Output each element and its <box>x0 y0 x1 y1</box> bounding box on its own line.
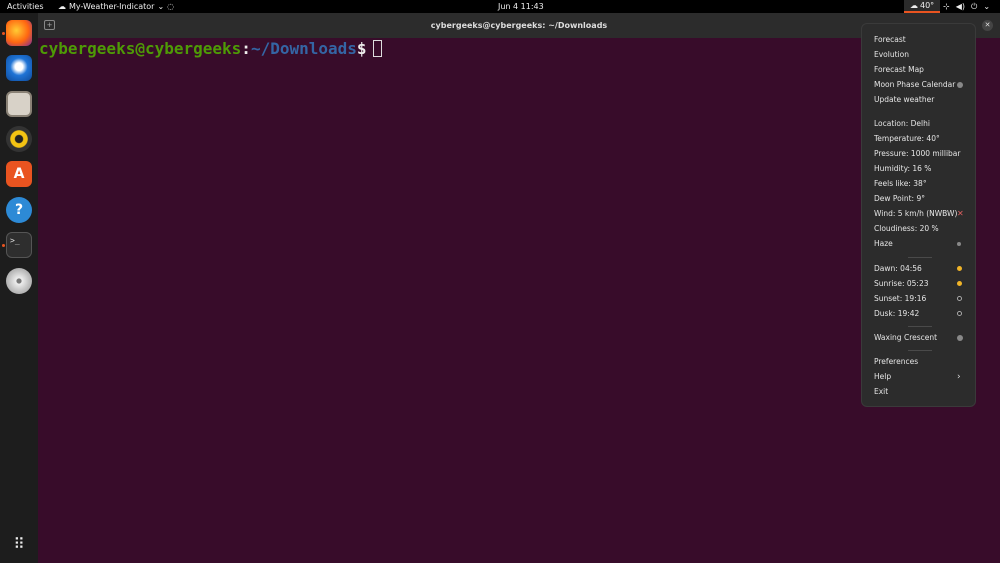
menu-item-label: Humidity: 16 % <box>874 164 932 173</box>
menu-item-cloudiness[interactable]: Cloudiness: 20 % <box>874 222 972 236</box>
menu-item-label: Temperature: 40° <box>874 134 940 143</box>
dawn-icon <box>957 266 962 271</box>
weather-menu: Forecast Evolution Forecast Map Moon Pha… <box>861 23 976 407</box>
menu-item-label: Exit <box>874 387 889 396</box>
running-indicator <box>2 32 5 35</box>
menu-item-dawn[interactable]: Dawn: 04:56 <box>874 262 972 276</box>
text-cursor <box>372 40 382 57</box>
menu-item-evolution[interactable]: Evolution <box>874 48 972 62</box>
menu-item-label: Dew Point: 9° <box>874 194 925 203</box>
menu-item-label: Pressure: 1000 millibar <box>874 149 961 158</box>
loading-icon: ◌ <box>167 2 175 11</box>
menu-item-label: Sunset: 19:16 <box>874 294 927 303</box>
menu-item-dusk[interactable]: Dusk: 19:42 <box>874 307 972 321</box>
menu-item-humidity[interactable]: Humidity: 16 % <box>874 162 972 176</box>
menu-item-label: Evolution <box>874 50 909 59</box>
menu-item-wind[interactable]: Wind: 5 km/h (NWBW) ✕ <box>874 207 972 221</box>
menu-item-label: Preferences <box>874 357 919 366</box>
menu-separator <box>908 257 932 258</box>
power-icon: ⏻ <box>970 2 978 11</box>
volume-icon: ◀) <box>955 2 965 11</box>
menu-item-location[interactable]: Location: Delhi <box>874 117 972 131</box>
weather-cloud-icon: ☁ <box>58 2 66 11</box>
clock[interactable]: Jun 4 11:43 <box>498 0 544 13</box>
weather-small-icon: ☁ <box>910 1 918 10</box>
network-icon: ⊹ <box>943 2 950 11</box>
prompt-path: ~/Downloads <box>250 39 357 58</box>
terminal-icon[interactable]: >_ <box>6 232 32 258</box>
chevron-down-icon: ⌄ <box>983 2 991 11</box>
window-title: cybergeeks@cybergeeks: ~/Downloads <box>430 21 608 30</box>
menu-item-moon-phase[interactable]: Waxing Crescent <box>874 331 972 345</box>
menu-item-update-weather[interactable]: Update weather <box>874 93 972 107</box>
menu-item-label: Moon Phase Calendar <box>874 80 956 89</box>
prompt-user: cybergeeks@cybergeeks <box>39 39 242 58</box>
sunset-icon <box>957 296 962 301</box>
wind-direction-icon: ✕ <box>957 209 964 218</box>
prompt-line: cybergeeks@cybergeeks:~/Downloads$ <box>39 39 382 59</box>
menu-item-dew-point[interactable]: Dew Point: 9° <box>874 192 972 206</box>
chevron-right-icon: › <box>957 372 961 382</box>
moon-icon <box>957 82 963 88</box>
menu-item-label: Forecast <box>874 35 906 44</box>
dock: A ? >_ ⠿ <box>0 13 38 563</box>
menu-item-label: Wind: 5 km/h (NWBW) <box>874 209 958 218</box>
terminal-body[interactable]: cybergeeks@cybergeeks:~/Downloads$ <box>38 38 1000 563</box>
menu-item-moon-calendar[interactable]: Moon Phase Calendar <box>874 78 972 92</box>
menu-item-pressure[interactable]: Pressure: 1000 millibar <box>874 147 972 161</box>
rhythmbox-icon[interactable] <box>6 126 32 152</box>
app-menu-label: My-Weather-Indicator <box>69 2 155 11</box>
weather-indicator[interactable]: ☁ 40° <box>904 0 941 13</box>
running-indicator <box>2 244 5 247</box>
menu-item-sunset[interactable]: Sunset: 19:16 <box>874 292 972 306</box>
menu-item-label: Dusk: 19:42 <box>874 309 920 318</box>
menu-item-help[interactable]: Help › <box>874 370 972 384</box>
haze-icon <box>957 242 961 246</box>
dusk-icon <box>957 311 962 316</box>
menu-item-label: Update weather <box>874 95 935 104</box>
menu-item-label: Sunrise: 05:23 <box>874 279 929 288</box>
menu-item-temperature[interactable]: Temperature: 40° <box>874 132 972 146</box>
menu-separator <box>908 326 932 327</box>
menu-item-sunrise[interactable]: Sunrise: 05:23 <box>874 277 972 291</box>
menu-item-forecast[interactable]: Forecast <box>874 33 972 47</box>
menu-item-label: Forecast Map <box>874 65 924 74</box>
menu-separator <box>908 350 932 351</box>
prompt-colon: : <box>241 39 251 58</box>
menu-item-label: Help <box>874 372 892 381</box>
menu-item-preferences[interactable]: Preferences <box>874 355 972 369</box>
menu-item-label: Haze <box>874 239 893 248</box>
app-menu[interactable]: ☁ My-Weather-Indicator ⌄ ◌ <box>58 0 174 13</box>
software-icon[interactable]: A <box>6 161 32 187</box>
prompt-sign: $ <box>356 39 367 58</box>
menu-item-forecast-map[interactable]: Forecast Map <box>874 63 972 77</box>
thunderbird-icon[interactable] <box>6 55 32 81</box>
menu-item-exit[interactable]: Exit <box>874 385 972 399</box>
moon-phase-icon <box>957 335 963 341</box>
menu-item-feels-like[interactable]: Feels like: 38° <box>874 177 972 191</box>
activities-button[interactable]: Activities <box>7 0 44 13</box>
menu-item-label: Dawn: 04:56 <box>874 264 922 273</box>
menu-item-label: Cloudiness: 20 % <box>874 224 939 233</box>
system-tray[interactable]: ⊹ ◀) ⏻ ⌄ <box>943 0 990 13</box>
top-bar: Activities ☁ My-Weather-Indicator ⌄ ◌ Ju… <box>0 0 1000 13</box>
menu-item-label: Feels like: 38° <box>874 179 927 188</box>
close-icon[interactable]: ✕ <box>982 20 993 31</box>
sunrise-icon <box>957 281 962 286</box>
menu-item-label: Location: Delhi <box>874 119 930 128</box>
files-icon[interactable] <box>6 91 32 117</box>
show-apps-icon[interactable]: ⠿ <box>6 531 32 557</box>
weather-indicator-temp: 40° <box>920 1 935 10</box>
chevron-down-icon: ⌄ <box>157 2 165 11</box>
menu-item-condition[interactable]: Haze <box>874 237 972 251</box>
menu-item-label: Waxing Crescent <box>874 333 938 342</box>
dvd-icon[interactable] <box>6 268 32 294</box>
help-icon[interactable]: ? <box>6 197 32 223</box>
firefox-icon[interactable] <box>6 20 32 46</box>
terminal-header: + cybergeeks@cybergeeks: ~/Downloads ✕ <box>38 13 1000 38</box>
